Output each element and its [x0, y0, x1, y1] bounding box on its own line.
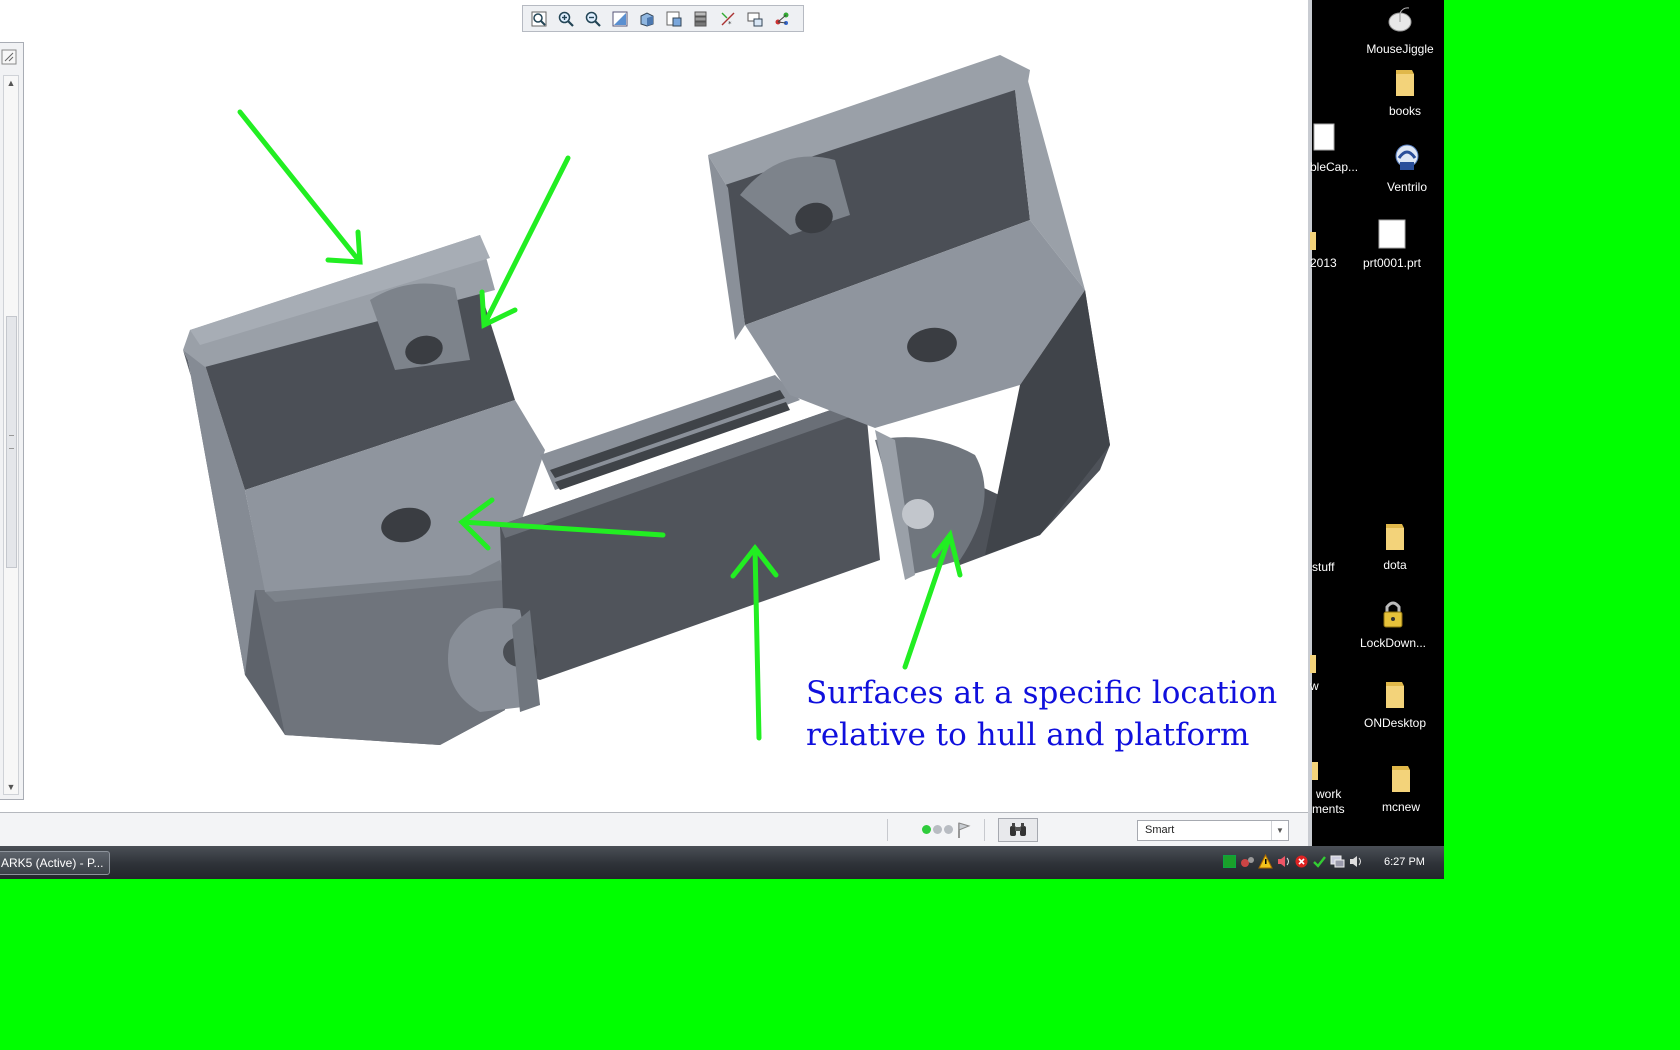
svg-text:*: *: [728, 20, 732, 28]
taskbar: ARK5 (Active) - P... 6:27 PM: [0, 846, 1444, 879]
taskbar-window-button[interactable]: ARK5 (Active) - P...: [0, 851, 110, 875]
folder-icon: [1386, 524, 1404, 550]
lock-icon: [1383, 601, 1403, 628]
desktop-icon-label: LockDown...: [1359, 636, 1427, 650]
selection-filter-value: Smart: [1145, 824, 1175, 836]
layers-icon: [694, 11, 707, 26]
repaint-button[interactable]: [608, 8, 632, 30]
desktop-icon-bleCap[interactable]: bleCap...: [1310, 122, 1370, 174]
desktop-icon-label: 2013: [1310, 256, 1337, 270]
scroll-down-arrow-icon[interactable]: ▼: [4, 780, 18, 794]
spin-center-button[interactable]: [770, 8, 794, 30]
right-lower-lug-hole: [902, 499, 934, 529]
datum-display-icon: *: [721, 12, 735, 28]
spin-center-icon: [775, 12, 789, 25]
mouse-icon: [1388, 7, 1412, 32]
model-tree-scrollbar[interactable]: ▲ ▼: [3, 75, 19, 795]
document-icon: [1313, 123, 1335, 151]
folder-icon: [1310, 655, 1316, 673]
system-tray: [1222, 854, 1363, 869]
desktop-icon-label: mcnew: [1381, 800, 1420, 814]
desktop-icon-work[interactable]: work ments: [1312, 762, 1356, 817]
folder-icon: [1310, 232, 1316, 250]
refit-icon: [531, 11, 547, 26]
security-check-tray-icon[interactable]: [1312, 854, 1327, 869]
desktop-icon-label: ments: [1312, 802, 1345, 816]
screen: * ▲ ▼ Surfaces at a specific location re…: [0, 0, 1444, 879]
saved-views-button[interactable]: [662, 8, 686, 30]
shading-button[interactable]: [635, 8, 659, 30]
chevron-down-icon[interactable]: ▼: [1271, 821, 1288, 840]
desktop-icon-label: w: [1310, 679, 1319, 693]
refit-button[interactable]: [527, 8, 551, 30]
desktop-icon-2013[interactable]: 2013: [1310, 232, 1350, 270]
desktop-icon-w[interactable]: w: [1310, 655, 1340, 693]
saved-views-icon: [666, 11, 682, 26]
desktop-icon-prt0001[interactable]: prt0001.prt: [1347, 218, 1437, 270]
desktop-icon-label: books: [1388, 104, 1422, 118]
zoom-in-button[interactable]: [554, 8, 578, 30]
cad-application-window: * ▲ ▼ Surfaces at a specific location re…: [0, 0, 1310, 846]
status-bar: Smart ▼: [0, 812, 1308, 846]
folder-icon: [1386, 682, 1404, 708]
desktop-icon-ventrilo[interactable]: Ventrilo: [1362, 142, 1444, 194]
display-tray-icon[interactable]: [1330, 854, 1345, 869]
status-separator: [984, 819, 985, 841]
desktop-icon-label: work: [1316, 787, 1342, 801]
desktop-icon-label: stuff: [1312, 560, 1335, 574]
datum-display-button[interactable]: *: [716, 8, 740, 30]
folder-icon: [1312, 762, 1318, 780]
warning-tray-icon[interactable]: [1258, 854, 1273, 869]
annotation-text: Surfaces at a specific location relative…: [806, 672, 1286, 756]
arrow-left-lug-face: [479, 155, 571, 329]
desktop-icon-mousejiggle[interactable]: MouseJiggle: [1355, 4, 1444, 56]
shading-icon: [640, 11, 654, 27]
desktop-icon-label: ONDesktop: [1363, 716, 1427, 730]
scroll-thumb[interactable]: [6, 316, 17, 568]
annotation-display-icon: [747, 12, 763, 26]
flag-icon[interactable]: [956, 821, 972, 839]
ventrilo-icon: [1395, 144, 1419, 170]
annotation-line: Surfaces at a specific location: [806, 675, 1278, 711]
taskbar-clock[interactable]: 6:27 PM: [1384, 856, 1425, 868]
annotation-display-button[interactable]: [743, 8, 767, 30]
desktop-icon-label: bleCap...: [1310, 160, 1359, 174]
desktop-icon-books[interactable]: books: [1360, 66, 1444, 118]
regeneration-status-icon: [922, 825, 953, 834]
desktop-icon-label: dota: [1383, 558, 1407, 572]
zoom-in-icon: [558, 11, 574, 27]
repaint-icon: [612, 11, 628, 26]
arrow-top-left-block: [237, 109, 363, 265]
binoculars-icon: [1010, 823, 1026, 836]
scroll-grip-icon: [9, 435, 14, 449]
model-tree-panel: ▲ ▼: [0, 42, 24, 800]
scroll-up-arrow-icon[interactable]: ▲: [4, 76, 18, 90]
desktop-icon-label: MouseJiggle: [1366, 42, 1434, 56]
network-tray-icon[interactable]: [1240, 854, 1255, 869]
status-separator: [887, 819, 888, 841]
error-tray-icon[interactable]: [1294, 854, 1309, 869]
speaker-alert-tray-icon[interactable]: [1276, 854, 1291, 869]
desktop-icon-label: Ventrilo: [1386, 180, 1428, 194]
desktop-icon-label: prt0001.prt: [1362, 256, 1422, 270]
desktop-icon-stuff[interactable]: stuff: [1312, 560, 1352, 574]
green-square-tray-icon[interactable]: [1222, 854, 1237, 869]
view-toolbar: *: [522, 5, 804, 32]
layers-button[interactable]: [689, 8, 713, 30]
folder-icon: [1396, 70, 1414, 96]
folder-icon: [1392, 766, 1410, 792]
desktop-icon-mcnew[interactable]: mcnew: [1356, 762, 1444, 814]
desktop-icon-ondesktop[interactable]: ONDesktop: [1350, 678, 1440, 730]
panel-toggle-icon[interactable]: [0, 47, 20, 69]
desktop-icon-dota[interactable]: dota: [1350, 520, 1440, 572]
zoom-out-button[interactable]: [581, 8, 605, 30]
volume-tray-icon[interactable]: [1348, 854, 1363, 869]
zoom-out-icon: [585, 11, 601, 27]
desktop-icon-lockdown[interactable]: LockDown...: [1348, 598, 1438, 650]
selection-filter-select[interactable]: Smart ▼: [1137, 820, 1289, 841]
annotation-line: relative to hull and platform: [806, 717, 1250, 753]
find-button[interactable]: [998, 818, 1038, 842]
document-icon: [1378, 219, 1406, 249]
